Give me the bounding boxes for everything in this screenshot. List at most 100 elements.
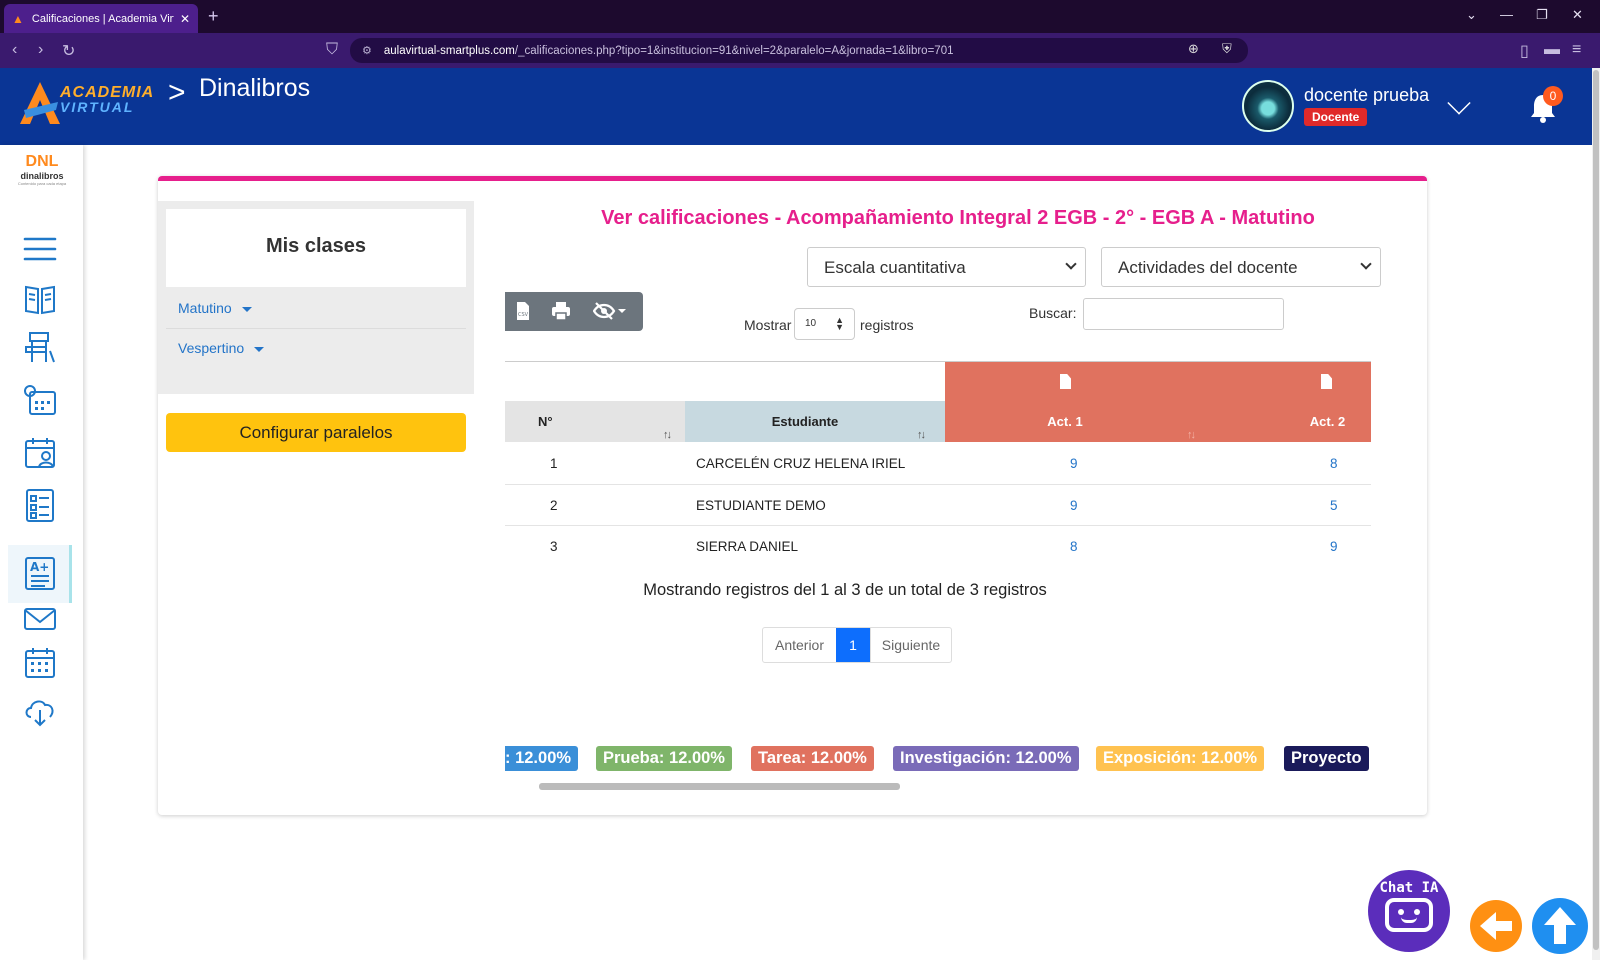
avatar[interactable] bbox=[1242, 80, 1294, 132]
column-header-estudiante[interactable]: Estudiante ↑↓ bbox=[685, 401, 945, 442]
tab-list-chevron-icon[interactable]: ⌄ bbox=[1466, 7, 1477, 23]
grade-act-2[interactable]: 9 bbox=[1330, 539, 1338, 554]
grade-act-2[interactable]: 5 bbox=[1330, 498, 1338, 513]
bookmark-icon[interactable]: ⛉ bbox=[326, 41, 338, 59]
search-input[interactable] bbox=[1083, 298, 1284, 330]
close-tab-icon[interactable]: ✕ bbox=[180, 12, 190, 26]
print-icon[interactable] bbox=[551, 301, 571, 321]
shield-icon[interactable]: ⛨ bbox=[1222, 41, 1232, 57]
user-name[interactable]: docente prueba bbox=[1304, 85, 1429, 106]
dinalibros-logo[interactable]: DNL dinalibros Contenido para cada etapa bbox=[15, 153, 69, 193]
chat-ia-label: Chat IA bbox=[1379, 880, 1439, 896]
site-settings-icon[interactable]: ⚙ bbox=[362, 44, 372, 57]
page-1-button[interactable]: 1 bbox=[836, 628, 870, 662]
table-header-row: N° ↑↓ Estudiante ↑↓ Act. 1 ↑↓ Act. 2 bbox=[505, 401, 1371, 442]
jornada-vespertino[interactable]: Vespertino bbox=[178, 340, 265, 356]
configurar-paralelos-button[interactable]: Configurar paralelos bbox=[166, 413, 466, 452]
logo-line-1: ACADEMIA bbox=[60, 84, 155, 101]
logo-line-2: VIRTUAL bbox=[60, 99, 135, 115]
act-1-document-icon[interactable] bbox=[1060, 374, 1071, 389]
mis-clases-title: Mis clases bbox=[265, 235, 367, 257]
jornada-matutino[interactable]: Matutino bbox=[178, 300, 252, 316]
forward-arrow-icon[interactable]: › bbox=[38, 41, 43, 59]
restore-icon[interactable]: ❐ bbox=[1536, 7, 1548, 23]
table-row: 1 CARCELÉN CRUZ HELENA IRIEL 9 8 bbox=[505, 443, 1371, 484]
sidebar-toggle-icon[interactable]: ▯ bbox=[1520, 41, 1529, 61]
page-scrollbar-thumb[interactable] bbox=[1593, 70, 1599, 950]
calendar-icon[interactable] bbox=[22, 645, 58, 681]
envelope-icon[interactable] bbox=[22, 601, 58, 637]
calendar-user-icon[interactable] bbox=[22, 435, 58, 471]
records-label: registros bbox=[860, 317, 914, 333]
column-header-n[interactable]: N° ↑↓ bbox=[505, 401, 685, 442]
browser-toolbar: ‹ › ↻ ⛉ ⚙ aulavirtual-smartplus.com/_cal… bbox=[0, 33, 1600, 68]
hamburger-menu-icon[interactable] bbox=[22, 231, 58, 267]
brand-tagline: Contenido para cada etapa bbox=[17, 181, 67, 186]
back-button[interactable] bbox=[1470, 900, 1522, 952]
column-header-act-1-label: Act. 1 bbox=[1047, 414, 1083, 429]
caret-down-icon bbox=[241, 306, 252, 312]
activities-select[interactable]: Actividades del docente bbox=[1101, 247, 1381, 287]
weight-chip: Investigación: 12.00% bbox=[893, 746, 1079, 771]
academia-logo-icon[interactable] bbox=[18, 80, 62, 126]
reload-icon[interactable]: ↻ bbox=[62, 41, 75, 61]
role-badge: Docente bbox=[1304, 108, 1368, 126]
divider bbox=[166, 328, 466, 329]
page-length-select[interactable]: 10 ▲ ▼ bbox=[794, 308, 855, 340]
previous-page-button[interactable]: Anterior bbox=[763, 628, 836, 662]
page-scrollbar[interactable] bbox=[1592, 68, 1600, 960]
user-menu-chevron-icon[interactable] bbox=[1447, 91, 1471, 115]
checklist-icon[interactable] bbox=[22, 487, 58, 523]
browser-tab[interactable]: ▲ Calificaciones | Academia Virtu ✕ bbox=[4, 4, 198, 33]
school-desk-icon[interactable] bbox=[22, 329, 58, 365]
export-button-group: CSV bbox=[505, 292, 643, 331]
pagination: Anterior 1 Siguiente bbox=[762, 627, 952, 663]
schedule-calendar-icon[interactable] bbox=[22, 383, 58, 419]
scroll-top-button[interactable] bbox=[1532, 898, 1588, 954]
grade-act-2[interactable]: 8 bbox=[1330, 456, 1338, 471]
content-card: Mis clases Matutino Vespertino Configura… bbox=[158, 176, 1427, 815]
new-tab-icon[interactable]: + bbox=[208, 6, 219, 27]
extension-icon[interactable]: ▬ bbox=[1544, 41, 1560, 59]
grades-a-plus-icon[interactable]: A+ bbox=[22, 555, 58, 591]
zoom-icon[interactable]: ⊕ bbox=[1188, 41, 1199, 57]
grade-act-1[interactable]: 9 bbox=[1070, 456, 1078, 471]
svg-text:A+: A+ bbox=[30, 560, 49, 574]
weight-chip: Exposición: 12.00% bbox=[1096, 746, 1265, 771]
svg-text:CSV: CSV bbox=[518, 312, 529, 318]
horizontal-scrollbar[interactable] bbox=[539, 783, 900, 790]
column-header-act-2[interactable]: Act. 2 bbox=[1205, 401, 1371, 442]
activities-group-header bbox=[945, 362, 1371, 402]
cloud-download-icon[interactable] bbox=[22, 693, 58, 729]
page-length-value: 10 bbox=[805, 318, 817, 329]
column-header-act-1[interactable]: Act. 1 ↑↓ bbox=[945, 401, 1205, 442]
url-path: /_calificaciones.php?tipo=1&institucion=… bbox=[514, 44, 954, 57]
column-visibility-icon[interactable] bbox=[593, 301, 629, 321]
book-icon[interactable] bbox=[22, 281, 58, 317]
chat-ia-button[interactable]: Chat IA bbox=[1368, 870, 1450, 952]
minimize-icon[interactable]: — bbox=[1500, 7, 1513, 22]
column-header-n-label: N° bbox=[538, 414, 553, 429]
weight-chip: Prueba: 12.00% bbox=[596, 746, 732, 771]
grade-act-1[interactable]: 8 bbox=[1070, 539, 1078, 554]
chevron-down-icon bbox=[1065, 258, 1077, 270]
mis-clases-panel: Mis clases Matutino Vespertino bbox=[158, 201, 474, 394]
act-2-document-icon[interactable] bbox=[1321, 374, 1332, 389]
back-arrow-icon[interactable]: ‹ bbox=[12, 41, 17, 59]
url-domain: aulavirtual-smartplus.com bbox=[383, 44, 515, 57]
row-number: 2 bbox=[550, 498, 558, 513]
browser-menu-icon[interactable]: ≡ bbox=[1572, 41, 1581, 59]
page-title: Dinalibros bbox=[199, 74, 311, 102]
search-label: Buscar: bbox=[1029, 305, 1077, 321]
column-header-estudiante-label: Estudiante bbox=[771, 414, 839, 429]
grade-act-1[interactable]: 9 bbox=[1070, 498, 1078, 513]
csv-export-icon[interactable]: CSV bbox=[513, 301, 533, 321]
close-window-icon[interactable]: ✕ bbox=[1572, 7, 1583, 23]
scale-select[interactable]: Escala cuantitativa bbox=[807, 247, 1086, 287]
academia-favicon-icon: ▲ bbox=[12, 11, 24, 26]
table-group-header bbox=[505, 361, 1371, 402]
grades-title: Ver calificaciones - Acompañamiento Inte… bbox=[601, 207, 1315, 229]
next-page-button[interactable]: Siguiente bbox=[870, 628, 951, 662]
weight-chip: Proyecto bbox=[1284, 746, 1369, 771]
address-bar[interactable]: ⚙ aulavirtual-smartplus.com/_calificacio… bbox=[350, 38, 1248, 63]
